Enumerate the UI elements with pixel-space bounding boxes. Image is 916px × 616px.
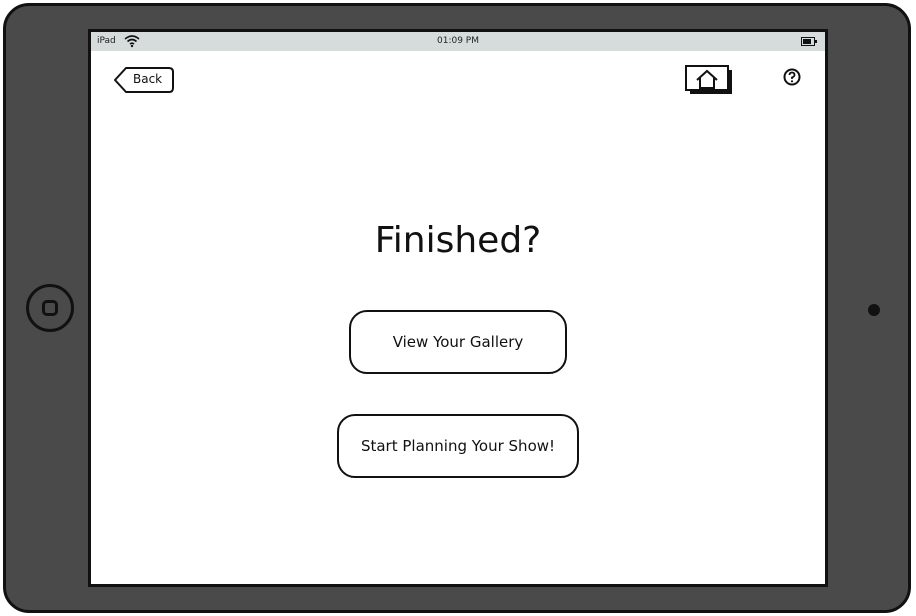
home-button-square-icon bbox=[42, 300, 58, 316]
back-button[interactable]: Back bbox=[113, 66, 175, 94]
view-gallery-button[interactable]: View Your Gallery bbox=[349, 310, 567, 374]
home-icon[interactable] bbox=[685, 65, 733, 95]
start-planning-show-button[interactable]: Start Planning Your Show! bbox=[337, 414, 579, 478]
camera-icon bbox=[868, 304, 880, 316]
battery-icon bbox=[801, 37, 817, 46]
device-screen: iPad 01:09 PM Back Finished? View Your G… bbox=[88, 29, 828, 587]
page-title: Finished? bbox=[374, 220, 542, 261]
help-icon[interactable] bbox=[783, 68, 801, 86]
device-home-button[interactable] bbox=[26, 284, 74, 332]
start-planning-show-button-label: Start Planning Your Show! bbox=[360, 437, 556, 455]
status-time: 01:09 PM bbox=[437, 36, 479, 46]
back-button-label: Back bbox=[133, 72, 163, 86]
status-bar: iPad 01:09 PM bbox=[91, 32, 825, 51]
view-gallery-button-label: View Your Gallery bbox=[392, 333, 524, 351]
